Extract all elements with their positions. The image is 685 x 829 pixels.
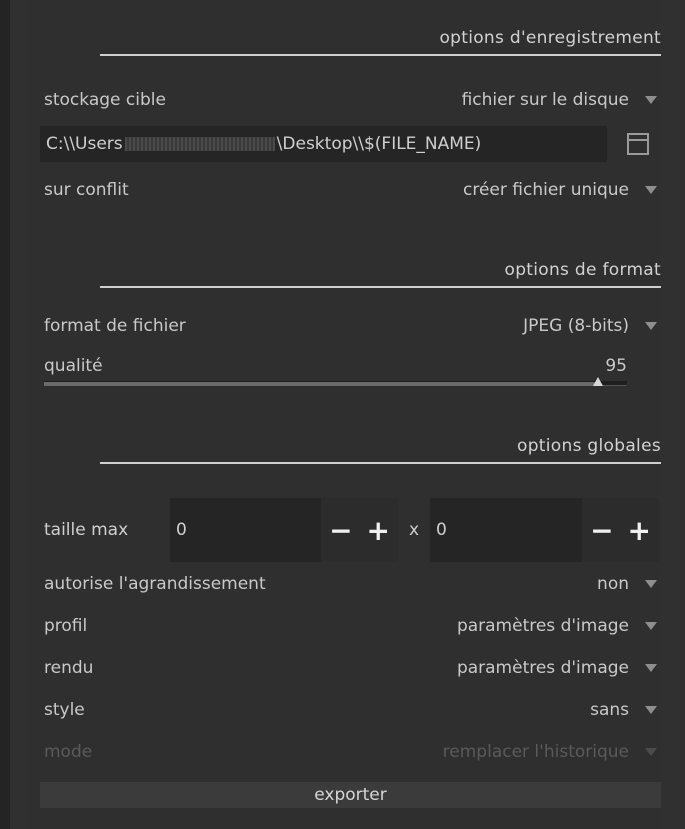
max-width-spinbox[interactable]: 0 − + [170,498,398,562]
style-combobox[interactable]: style sans [44,696,661,724]
upscale-value: non [597,574,629,594]
path-prefix: C:\\Users [46,134,123,154]
quality-label: qualité [44,356,103,376]
dropdown-triangle-icon [645,706,657,714]
file-format-value: JPEG (8-bits) [523,316,629,336]
target-storage-combobox[interactable]: stockage cible fichier sur le disque [44,86,661,114]
redacted-username [124,137,275,151]
upscale-combobox[interactable]: autorise l'agrandissement non [44,570,661,598]
style-label: style [44,700,85,720]
mode-label: mode [44,742,93,762]
export-panel: options d'enregistrement stockage cible … [28,0,661,829]
dropdown-triangle-icon [645,748,657,756]
mode-combobox: mode remplacer l'historique [44,738,661,766]
section-header-format: options de format [100,254,661,288]
quality-slider-fill [44,382,598,386]
intent-combobox[interactable]: rendu paramètres d'image [44,654,661,682]
export-path-input[interactable]: C:\\Users \Desktop\\$(FILE_NAME) [40,126,607,162]
export-button[interactable]: exporter [40,782,661,808]
file-format-combobox[interactable]: format de fichier JPEG (8-bits) [44,312,661,340]
size-separator: x [408,520,420,540]
file-format-label: format de fichier [44,316,186,336]
dropdown-triangle-icon [645,322,657,330]
max-height-value[interactable]: 0 [430,520,582,540]
section-header-save: options d'enregistrement [100,22,661,56]
dropdown-triangle-icon [645,664,657,672]
section-title-format: options de format [504,260,661,280]
dropdown-triangle-icon [645,186,657,194]
intent-label: rendu [44,658,94,678]
intent-value: paramètres d'image [456,658,629,678]
plus-icon[interactable]: + [628,514,651,547]
folder-icon[interactable] [627,133,649,155]
on-conflict-value: créer fichier unique [463,180,629,200]
quality-slider-handle[interactable] [593,377,603,386]
export-button-label: exporter [314,785,387,805]
upscale-label: autorise l'agrandissement [44,574,266,594]
target-storage-label: stockage cible [44,90,166,110]
on-conflict-combobox[interactable]: sur conflit créer fichier unique [44,176,661,204]
style-value: sans [590,700,629,720]
path-suffix: \Desktop\\$(FILE_NAME) [276,134,482,154]
section-title-global: options globales [517,436,661,456]
section-title-save: options d'enregistrement [439,28,661,48]
profile-combobox[interactable]: profil paramètres d'image [44,612,661,640]
minus-icon[interactable]: − [329,514,352,547]
minus-icon[interactable]: − [590,514,613,547]
quality-value: 95 [605,356,627,376]
panel-edge [0,0,10,829]
dropdown-triangle-icon [645,622,657,630]
on-conflict-label: sur conflit [44,180,129,200]
max-width-value[interactable]: 0 [170,520,321,540]
plus-icon[interactable]: + [367,514,390,547]
mode-value: remplacer l'historique [442,742,629,762]
max-size-label: taille max [44,520,129,540]
section-header-global: options globales [100,430,661,464]
dropdown-triangle-icon [645,580,657,588]
max-height-spinbox[interactable]: 0 − + [430,498,659,562]
max-size-row: taille max 0 − + x 0 − + [28,498,661,562]
profile-label: profil [44,616,88,636]
profile-value: paramètres d'image [456,616,629,636]
dropdown-triangle-icon [645,96,657,104]
quality-slider[interactable]: qualité 95 [44,356,627,390]
export-module: options d'enregistrement stockage cible … [0,0,685,829]
target-storage-value: fichier sur le disque [461,90,629,110]
